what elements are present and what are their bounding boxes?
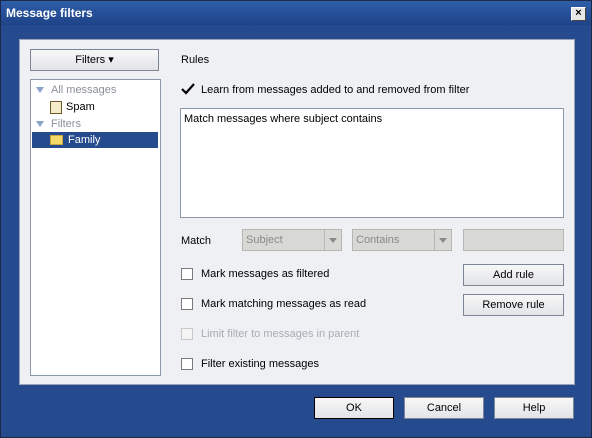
- expand-icon[interactable]: [36, 121, 44, 127]
- rule-text: Match messages where subject contains: [184, 113, 383, 125]
- remove-rule-button[interactable]: Remove rule: [463, 294, 564, 316]
- learn-checkbox[interactable]: [181, 83, 195, 95]
- rules-heading: Rules: [181, 54, 210, 66]
- mark-read-label: Mark matching messages as read: [201, 298, 367, 310]
- tree-group-all-messages[interactable]: All messages: [34, 82, 154, 98]
- chevron-down-icon: [324, 230, 341, 250]
- filter-existing-checkbox[interactable]: [181, 358, 193, 370]
- mark-read-checkbox[interactable]: [181, 298, 193, 310]
- help-button[interactable]: Help: [494, 397, 574, 419]
- tree-label: Family: [68, 134, 101, 146]
- limit-parent-label: Limit filter to messages in parent: [201, 328, 360, 340]
- match-label: Match: [181, 235, 211, 247]
- rule-text-area[interactable]: Match messages where subject contains: [180, 108, 564, 218]
- filter-existing-label: Filter existing messages: [201, 358, 319, 370]
- match-field-value: Subject: [246, 234, 283, 246]
- learn-label: Learn from messages added to and removed…: [201, 84, 470, 96]
- match-field-select[interactable]: Subject: [242, 229, 342, 251]
- match-value-input[interactable]: [463, 229, 564, 251]
- limit-parent-checkbox[interactable]: [181, 328, 193, 340]
- tree-item-family[interactable]: Family: [32, 132, 158, 148]
- mark-filtered-checkbox[interactable]: [181, 268, 193, 280]
- dialog-body: Filters ▾ All messages Spam Filters Fami…: [1, 25, 591, 437]
- close-button[interactable]: ×: [571, 7, 586, 21]
- match-operator-value: Contains: [356, 234, 400, 246]
- tree-label: Spam: [66, 101, 95, 113]
- filters-menu-button[interactable]: Filters ▾: [30, 49, 159, 71]
- close-icon: ×: [575, 7, 582, 19]
- window-title: Message filters: [6, 6, 93, 20]
- add-rule-button[interactable]: Add rule: [463, 264, 564, 286]
- chevron-down-icon: [434, 230, 451, 250]
- mark-filtered-label: Mark messages as filtered: [201, 268, 330, 280]
- ok-button[interactable]: OK: [314, 397, 394, 419]
- tree-label: All messages: [51, 84, 117, 96]
- match-operator-select[interactable]: Contains: [352, 229, 452, 251]
- title-bar[interactable]: Message filters ×: [1, 1, 591, 25]
- folder-icon: [50, 135, 63, 145]
- tree-item-spam[interactable]: Spam: [34, 99, 154, 115]
- spam-icon: [50, 101, 62, 114]
- cancel-button[interactable]: Cancel: [404, 397, 484, 419]
- tree-label: Filters: [51, 118, 81, 130]
- tree-group-filters[interactable]: Filters: [34, 116, 154, 132]
- message-filters-window: Message filters × Filters ▾ All messages…: [0, 0, 592, 438]
- checkmark-icon: [181, 83, 195, 95]
- filters-panel: Filters ▾ All messages Spam Filters Fami…: [19, 39, 575, 385]
- filter-tree[interactable]: All messages Spam Filters Family: [30, 79, 161, 376]
- expand-icon[interactable]: [36, 87, 44, 93]
